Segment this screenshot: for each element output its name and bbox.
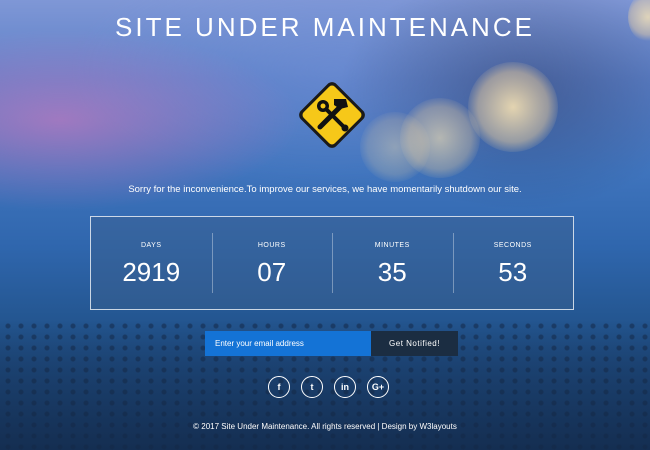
bokeh-light	[400, 98, 480, 178]
countdown-minutes: MINUTES 35	[332, 217, 453, 309]
bokeh-light	[468, 62, 558, 152]
google-plus-icon[interactable]: G+	[367, 376, 389, 398]
get-notified-button[interactable]: Get Notified!	[371, 331, 458, 356]
countdown-days: DAYS 2919	[91, 217, 212, 309]
tools-icon	[299, 82, 365, 148]
countdown-value: 35	[377, 257, 407, 287]
page-title: SITE UNDER MAINTENANCE	[115, 12, 535, 42]
countdown-value: 07	[257, 257, 287, 287]
countdown-label: MINUTES	[374, 242, 410, 249]
linkedin-icon[interactable]: in	[334, 376, 356, 398]
email-input[interactable]	[205, 331, 371, 356]
notify-form: Get Notified!	[205, 331, 458, 356]
footer-copyright: © 2017 Site Under Maintenance. All right…	[193, 422, 457, 431]
countdown-panel: DAYS 2919 HOURS 07 MINUTES 35 SECONDS 53	[90, 216, 574, 310]
countdown-value: 2919	[122, 257, 181, 287]
countdown-label: SECONDS	[493, 242, 532, 249]
countdown-label: DAYS	[140, 242, 162, 249]
countdown-hours: HOURS 07	[211, 217, 333, 309]
countdown-seconds: SECONDS 53	[452, 217, 574, 309]
countdown-label: HOURS	[257, 242, 286, 249]
countdown-value: 53	[498, 257, 528, 287]
maintenance-sign	[290, 73, 374, 157]
twitter-icon[interactable]: t	[301, 376, 323, 398]
social-links: f t in G+	[268, 376, 389, 398]
maintenance-message: Sorry for the inconvenience.To improve o…	[128, 184, 522, 195]
facebook-icon[interactable]: f	[268, 376, 290, 398]
